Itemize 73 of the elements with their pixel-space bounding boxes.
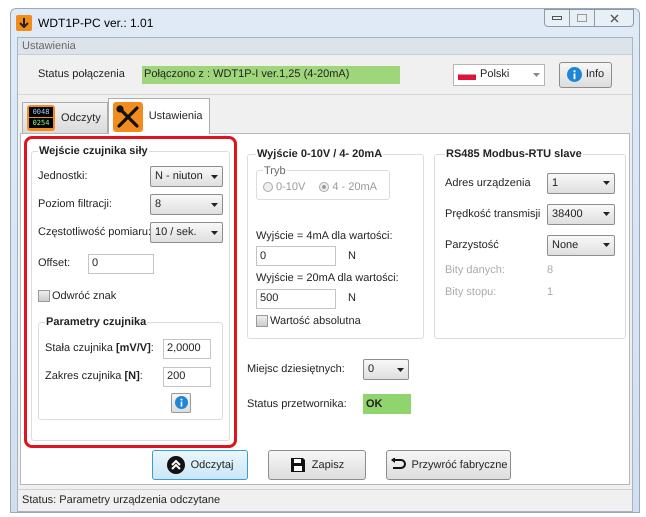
transducer-status-label: Status przetwornika: xyxy=(247,396,348,412)
connection-label: Status połączenia xyxy=(38,67,126,82)
dropdown[interactable]: 38400 xyxy=(547,204,615,224)
field-label: Jednostki: xyxy=(38,169,89,184)
field-label: Wyjście = 20mA dla wartości: xyxy=(256,271,400,286)
field-value: 1 xyxy=(547,285,554,300)
field-value: 8 xyxy=(547,262,554,278)
undo-icon xyxy=(390,458,406,472)
group-title: Wyjście 0-10V / 4- 20mA xyxy=(256,147,384,162)
group-title: Tryb xyxy=(263,164,287,178)
dropdown[interactable]: 0 xyxy=(363,359,409,380)
radio-label: 0-10V xyxy=(276,180,306,195)
minimize-icon xyxy=(552,16,562,20)
field-label: Offset: xyxy=(38,256,72,272)
input-field[interactable]: 500 xyxy=(256,288,336,308)
field-label: Bity stopu: xyxy=(445,285,498,300)
app-icon xyxy=(16,15,32,31)
tab[interactable]: Ustawienia xyxy=(108,98,210,134)
action-button[interactable]: Zapisz xyxy=(268,450,366,480)
group-title: RS485 Modbus-RTU slave xyxy=(445,147,583,162)
minimize-button[interactable] xyxy=(544,9,570,27)
input-field[interactable]: 2,0000 xyxy=(163,338,211,358)
field-label: Zakres czujnika [N]: xyxy=(45,369,144,384)
action-button[interactable]: Odczytaj xyxy=(152,450,248,480)
input-field[interactable]: 200 xyxy=(163,366,211,386)
decimal-places-label: Miejsc dziesiętnych: xyxy=(247,362,346,378)
dropdown[interactable]: None xyxy=(547,234,615,256)
caret-icon xyxy=(211,230,218,234)
radio-label: 4 - 20mA xyxy=(332,180,377,195)
group-title: Parametry czujnika xyxy=(45,315,148,330)
group-title: Wejście czujnika siły xyxy=(38,144,149,159)
info-icon xyxy=(566,67,582,82)
checkbox[interactable] xyxy=(256,314,268,327)
maximize-icon xyxy=(577,14,587,22)
dropdown[interactable]: N - niuton xyxy=(150,166,223,187)
caret-icon xyxy=(211,202,218,206)
status-bar-text: Status: Parametry urządzenia odczytane xyxy=(22,493,220,508)
section-label: Ustawienia xyxy=(22,38,76,54)
field-label: Adres urządzenia xyxy=(445,176,532,191)
chevrons-up-icon xyxy=(166,456,185,474)
tools-icon xyxy=(112,102,143,132)
checkbox-label: Odwróć znak xyxy=(52,288,116,304)
caret-icon xyxy=(603,243,610,247)
field-label: Parzystość xyxy=(445,238,500,253)
dropdown[interactable]: 1 xyxy=(547,172,615,194)
field-label: Bity danych: xyxy=(445,262,506,278)
dropdown[interactable]: 8 xyxy=(150,194,223,215)
action-button[interactable]: Przywróć fabryczne xyxy=(386,450,511,480)
field-label: Prędkość transmisji xyxy=(445,206,542,222)
unit-label: N xyxy=(348,291,356,306)
close-icon xyxy=(610,14,618,22)
field-label: Częstotliwość pomiaru: xyxy=(38,225,150,240)
field-label: Poziom filtracji: xyxy=(38,197,113,212)
language-dropdown[interactable]: Polski xyxy=(453,64,545,86)
field-label: Wyjście = 4mA dla wartości: xyxy=(256,228,394,244)
caret-icon xyxy=(603,212,610,216)
close-button[interactable] xyxy=(594,9,634,27)
input-field[interactable]: 0 xyxy=(88,254,154,274)
input-field[interactable]: 0 xyxy=(256,246,336,266)
dropdown[interactable]: 10 / sek. xyxy=(150,222,223,243)
unit-label: N xyxy=(348,248,356,264)
caret-icon xyxy=(211,174,218,178)
connection-status: Połączono z : WDT1P-I ver.1,25 (4-20mA) xyxy=(142,66,400,84)
checkbox-label: Wartość absolutna xyxy=(270,314,361,328)
caret-icon xyxy=(533,72,540,76)
info-button[interactable]: Info xyxy=(559,62,612,88)
field-label: Stała czujnika [mV/V]: xyxy=(45,341,155,356)
caret-icon xyxy=(603,181,610,185)
transducer-status: OK xyxy=(363,394,411,414)
info-button[interactable] xyxy=(171,392,191,412)
checkbox[interactable] xyxy=(38,290,50,302)
caret-icon xyxy=(397,368,404,372)
window-title: WDT1P-PC ver.: 1.01 xyxy=(38,15,154,32)
